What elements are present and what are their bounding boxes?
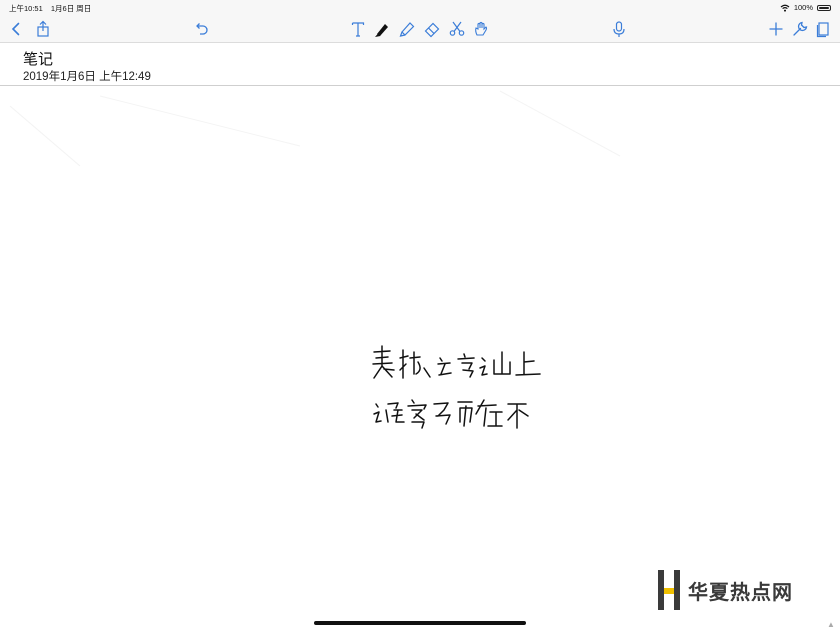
home-indicator[interactable] (314, 621, 526, 625)
share-button[interactable] (33, 19, 53, 39)
pages-icon (816, 22, 829, 38)
scissors-tool-button[interactable] (447, 19, 467, 39)
pages-button[interactable] (813, 19, 833, 39)
note-header: 笔记 2019年1月6日 上午12:49 (0, 43, 840, 86)
status-left: 上午10:51 1月6日 周日 (9, 3, 97, 14)
back-icon (11, 22, 20, 36)
wifi-icon (780, 4, 790, 12)
undo-icon (196, 23, 208, 35)
add-button[interactable] (766, 19, 786, 39)
writing-canvas[interactable]: ▲ (0, 86, 840, 630)
note-title[interactable]: 笔记 (23, 48, 53, 69)
battery-icon (817, 4, 831, 11)
watermark-logo (656, 568, 682, 612)
status-time: 上午10:51 (9, 4, 43, 13)
highlighter-tool-button[interactable] (397, 19, 417, 39)
pen-tool-icon (375, 24, 388, 37)
highlighter-tool-icon (399, 22, 415, 37)
status-right: 100% (780, 3, 831, 12)
settings-button[interactable] (790, 19, 810, 39)
pen-tool-button[interactable] (372, 19, 392, 39)
wrench-icon (793, 21, 808, 36)
toolbar (0, 14, 840, 43)
handwriting-line-2 (373, 399, 529, 429)
microphone-icon (613, 21, 625, 37)
handwriting-strokes (372, 345, 541, 429)
text-tool-icon (351, 22, 365, 37)
scissors-tool-icon (449, 21, 465, 36)
hand-tool-icon (475, 21, 488, 36)
back-button[interactable] (6, 19, 26, 39)
text-tool-button[interactable] (348, 19, 368, 39)
note-datetime: 2019年1月6日 上午12:49 (23, 71, 151, 83)
eraser-tool-button[interactable] (422, 19, 442, 39)
watermark-text: 华夏热点网 (688, 579, 793, 604)
status-bar: 上午10:51 1月6日 周日 100% (0, 0, 840, 14)
watermark: 华夏热点网 (656, 568, 793, 612)
scroll-indicator[interactable]: ▲ (827, 620, 835, 629)
battery-percent: 100% (793, 3, 813, 12)
microphone-button[interactable] (609, 19, 629, 39)
add-icon (769, 22, 783, 36)
status-date: 1月6日 周日 (50, 4, 92, 13)
eraser-tool-icon (424, 22, 440, 38)
handwriting-line-1 (372, 345, 541, 379)
undo-button[interactable] (191, 19, 211, 39)
share-icon (37, 20, 49, 37)
hand-tool-button[interactable] (471, 19, 491, 39)
